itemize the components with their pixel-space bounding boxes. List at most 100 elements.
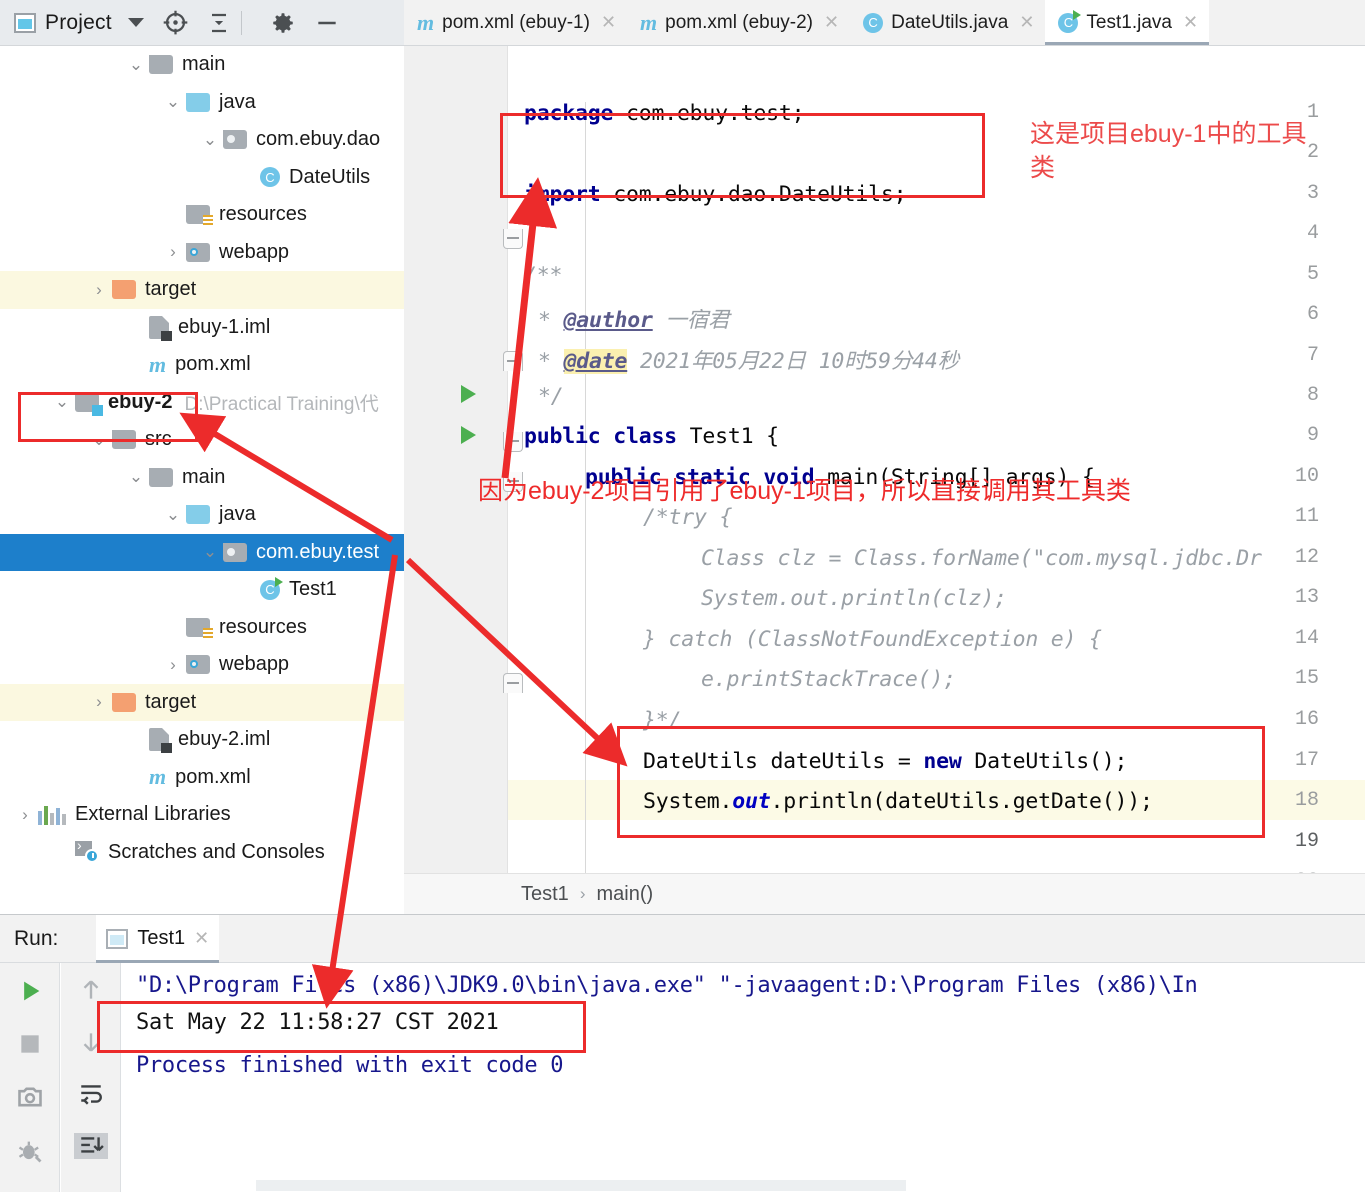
run-method-icon[interactable] xyxy=(461,426,476,444)
tree-node-dateutils[interactable]: C DateUtils xyxy=(0,159,404,197)
keyword: public class xyxy=(524,424,677,449)
tree-node-target[interactable]: › target xyxy=(0,683,404,721)
tree-node-ebuy-2[interactable]: ⌄ ebuy-2 D:\Practical Training\代 xyxy=(0,384,404,422)
line-number: 19 xyxy=(1294,830,1319,853)
minimize-icon[interactable] xyxy=(314,10,340,36)
tree-node-webapp[interactable]: › webapp xyxy=(0,234,404,272)
chevron-right-icon[interactable]: › xyxy=(86,280,112,300)
close-icon[interactable]: ✕ xyxy=(194,928,209,949)
camera-icon[interactable] xyxy=(13,1083,47,1111)
chevron-down-icon[interactable]: ⌄ xyxy=(197,130,223,150)
tree-node-resources[interactable]: resources xyxy=(0,609,404,647)
scroll-up-icon[interactable] xyxy=(74,977,108,1003)
tree-node-java[interactable]: ⌄ java xyxy=(0,496,404,534)
breadcrumb-method[interactable]: main() xyxy=(596,883,653,906)
tree-node-target[interactable]: › target xyxy=(0,271,404,309)
fold-marker-open[interactable] xyxy=(503,472,523,492)
tree-node-java[interactable]: ⌄ java xyxy=(0,84,404,122)
class-icon: C xyxy=(260,167,280,188)
line-number: 12 xyxy=(1294,546,1319,569)
tab-label: pom.xml (ebuy-1) xyxy=(442,11,590,33)
tree-node-test1[interactable]: C Test1 xyxy=(0,571,404,609)
tab-pom-ebuy-2[interactable]: m pom.xml (ebuy-2) ✕ xyxy=(627,0,850,45)
chevron-right-icon[interactable]: › xyxy=(160,655,186,675)
line-number: 6 xyxy=(1306,303,1319,326)
fold-marker-end[interactable] xyxy=(503,673,523,693)
fold-marker-open[interactable] xyxy=(503,229,523,249)
tab-pom-ebuy-1[interactable]: m pom.xml (ebuy-1) ✕ xyxy=(404,0,627,45)
tree-node-src[interactable]: ⌄ src xyxy=(0,421,404,459)
tree-node-pom-xml[interactable]: m pom.xml xyxy=(0,346,404,384)
gear-icon[interactable] xyxy=(270,10,296,36)
tree-node-resources[interactable]: resources xyxy=(0,196,404,234)
breadcrumb: Test1 › main() xyxy=(404,873,1365,914)
run-side-toolbar-left: » xyxy=(0,963,60,1192)
chevron-down-icon[interactable]: ⌄ xyxy=(123,55,149,75)
tree-node-label: target xyxy=(145,278,197,301)
tree-node-label: webapp xyxy=(219,653,290,676)
close-icon[interactable]: ✕ xyxy=(601,12,616,33)
tree-node-label: External Libraries xyxy=(75,803,231,826)
iml-file-icon xyxy=(149,728,172,754)
scroll-down-icon[interactable] xyxy=(74,1029,108,1055)
locate-icon[interactable] xyxy=(162,9,189,36)
static-field: out xyxy=(732,789,771,814)
fold-marker-end[interactable] xyxy=(503,351,523,371)
excluded-folder-icon xyxy=(112,692,136,712)
close-icon[interactable]: ✕ xyxy=(1019,12,1034,33)
tab-test1-java[interactable]: C Test1.java ✕ xyxy=(1045,0,1210,45)
chevron-down-icon[interactable]: ⌄ xyxy=(160,505,186,525)
tree-node-scratches-and-consoles[interactable]: Scratches and Consoles xyxy=(0,834,404,872)
tree-node-ebuy-2-iml[interactable]: ebuy-2.iml xyxy=(0,721,404,759)
run-icon[interactable] xyxy=(13,977,47,1005)
chevron-right-icon[interactable]: › xyxy=(160,242,186,262)
chevron-down-icon[interactable]: ⌄ xyxy=(160,92,186,112)
stop-icon[interactable] xyxy=(13,1031,47,1057)
run-tool-window: Run: Test1 ✕ » xyxy=(0,914,1365,1192)
chevron-down-icon[interactable] xyxy=(127,18,144,27)
breadcrumb-class[interactable]: Test1 xyxy=(521,883,569,906)
code-text: /** xyxy=(524,263,563,288)
chevron-down-icon[interactable]: ⌄ xyxy=(123,467,149,487)
code-text: Test1 { xyxy=(676,424,779,449)
code-text: com.ebuy.dao.DateUtils; xyxy=(600,182,907,207)
tree-node-com-ebuy-test[interactable]: ⌄ com.ebuy.test xyxy=(0,533,404,571)
tree-node-com-ebuy-dao[interactable]: ⌄ com.ebuy.dao xyxy=(0,121,404,159)
collapse-all-icon[interactable] xyxy=(207,11,231,35)
code-line-6: * @author 一宿君 xyxy=(524,303,730,334)
more-icon[interactable]: » xyxy=(86,1185,95,1192)
editor-gutter[interactable] xyxy=(404,46,508,873)
chevron-down-icon[interactable]: ⌄ xyxy=(86,430,112,450)
fold-marker-open[interactable] xyxy=(503,432,523,452)
console-output[interactable]: "D:\Program Files (x86)\JDK9.0\bin\java.… xyxy=(122,963,1365,1192)
project-tree-panel[interactable]: ⌄ main ⌄ java ⌄ com.ebuy.dao C DateUtils resourc… xyxy=(0,46,404,914)
run-class-icon[interactable] xyxy=(461,385,476,403)
tree-node-external-libraries[interactable]: › External Libraries xyxy=(0,796,404,834)
console-line-exit: Process finished with exit code 0 xyxy=(136,1053,564,1078)
scroll-to-end-icon[interactable] xyxy=(73,1133,108,1159)
tree-node-label: main xyxy=(182,53,226,76)
console-horizontal-scrollbar[interactable] xyxy=(256,1180,906,1191)
tree-node-ebuy-1-iml[interactable]: ebuy-1.iml xyxy=(0,309,404,347)
tree-node-main[interactable]: ⌄ main xyxy=(0,459,404,497)
soft-wrap-icon[interactable] xyxy=(74,1081,108,1107)
debug-icon[interactable] xyxy=(13,1137,47,1165)
code-text: * xyxy=(538,308,564,333)
chevron-right-icon[interactable]: › xyxy=(86,692,112,712)
tree-node-pom-xml[interactable]: m pom.xml xyxy=(0,759,404,797)
close-icon[interactable]: ✕ xyxy=(1183,12,1198,33)
run-tab-test1[interactable]: Test1 ✕ xyxy=(96,914,220,963)
tree-node-label: com.ebuy.test xyxy=(256,540,380,563)
chevron-down-icon[interactable]: ⌄ xyxy=(49,392,75,412)
code-editor[interactable]: 1234567891011121314151617181920 package … xyxy=(404,46,1365,873)
chevron-down-icon[interactable]: ⌄ xyxy=(197,542,223,562)
tree-node-main[interactable]: ⌄ main xyxy=(0,46,404,84)
close-icon[interactable]: ✕ xyxy=(824,12,839,33)
tab-dateutils-java[interactable]: C DateUtils.java ✕ xyxy=(850,0,1045,45)
line-number: 2 xyxy=(1306,141,1319,164)
tree-node-label: ebuy-1.iml xyxy=(178,315,271,338)
chevron-right-icon[interactable]: › xyxy=(12,805,38,825)
tree-node-label: java xyxy=(219,90,256,113)
tree-node-label: ebuy-2.iml xyxy=(178,728,271,751)
tree-node-webapp[interactable]: › webapp xyxy=(0,646,404,684)
